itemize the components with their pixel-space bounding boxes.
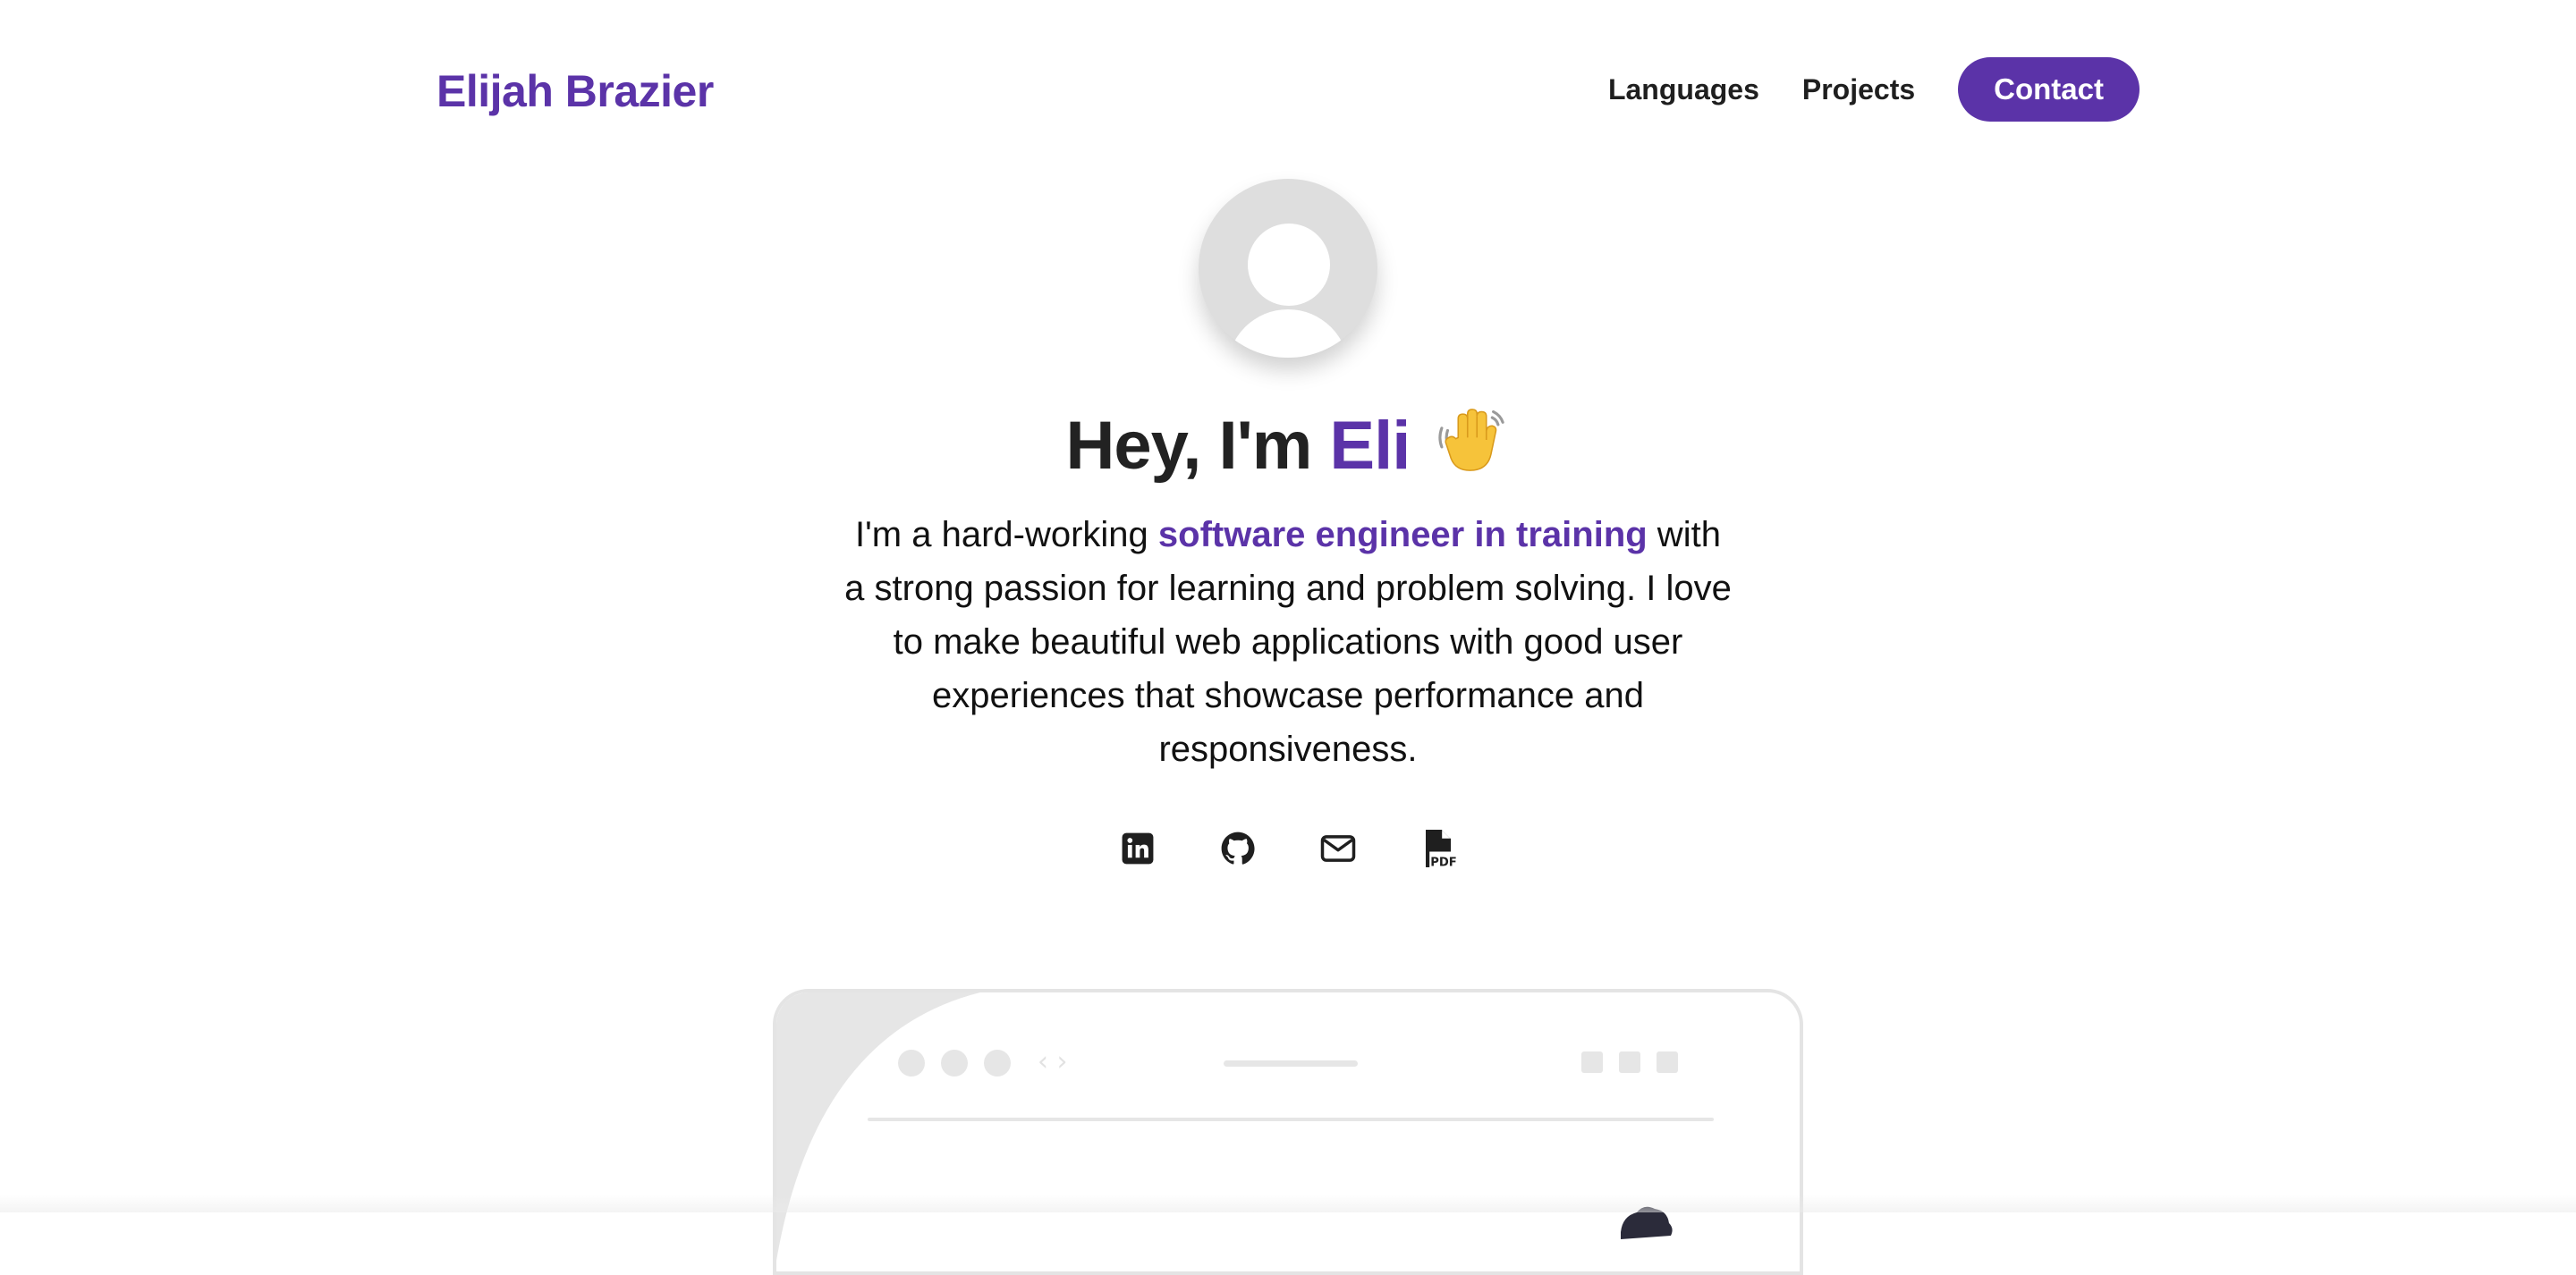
greeting-name: Eli bbox=[1329, 408, 1411, 484]
github-icon[interactable] bbox=[1219, 830, 1257, 867]
avatar-head-shape bbox=[1248, 224, 1330, 306]
corner-decoration bbox=[776, 992, 980, 1262]
brand-logo[interactable]: Elijah Brazier bbox=[436, 63, 714, 120]
window-dot-3 bbox=[984, 1050, 1011, 1077]
intro-text-before: I'm a hard-working bbox=[855, 515, 1158, 554]
intro-highlight: software engineer in training bbox=[1157, 515, 1648, 554]
browser-illustration: ‹ › bbox=[773, 989, 1803, 1275]
nav-languages-link[interactable]: Languages bbox=[1608, 72, 1759, 107]
waving-hand-icon bbox=[1438, 409, 1505, 471]
window-dot-2 bbox=[941, 1050, 968, 1077]
greeting-prefix: Hey, I'm bbox=[1065, 408, 1330, 484]
window-button-2 bbox=[1619, 1051, 1640, 1073]
bottom-fade bbox=[0, 1195, 2576, 1212]
window-button-3 bbox=[1657, 1051, 1678, 1073]
linkedin-icon[interactable] bbox=[1119, 830, 1157, 867]
browser-divider bbox=[868, 1118, 1714, 1121]
contact-button[interactable]: Contact bbox=[1958, 57, 2140, 122]
intro-paragraph: I'm a hard-working software engineer in … bbox=[841, 508, 1735, 776]
code-brackets-icon: ‹ › bbox=[1038, 1046, 1068, 1077]
address-bar-placeholder bbox=[1224, 1060, 1358, 1067]
mail-icon[interactable] bbox=[1319, 830, 1357, 867]
social-links: PDF bbox=[0, 830, 2576, 869]
avatar-body-shape bbox=[1227, 309, 1349, 358]
nav-projects-link[interactable]: Projects bbox=[1802, 72, 1915, 107]
window-dot-1 bbox=[898, 1050, 925, 1077]
window-button-1 bbox=[1581, 1051, 1603, 1073]
avatar bbox=[1199, 179, 1377, 358]
nav-links: Languages Projects Contact bbox=[1608, 57, 2140, 122]
hero-heading: Hey, I'm Eli bbox=[0, 402, 2576, 489]
svg-text:PDF: PDF bbox=[1430, 856, 1456, 869]
pdf-resume-icon[interactable]: PDF bbox=[1419, 830, 1457, 869]
top-navbar: Elijah Brazier Languages Projects Contac… bbox=[0, 0, 2576, 179]
